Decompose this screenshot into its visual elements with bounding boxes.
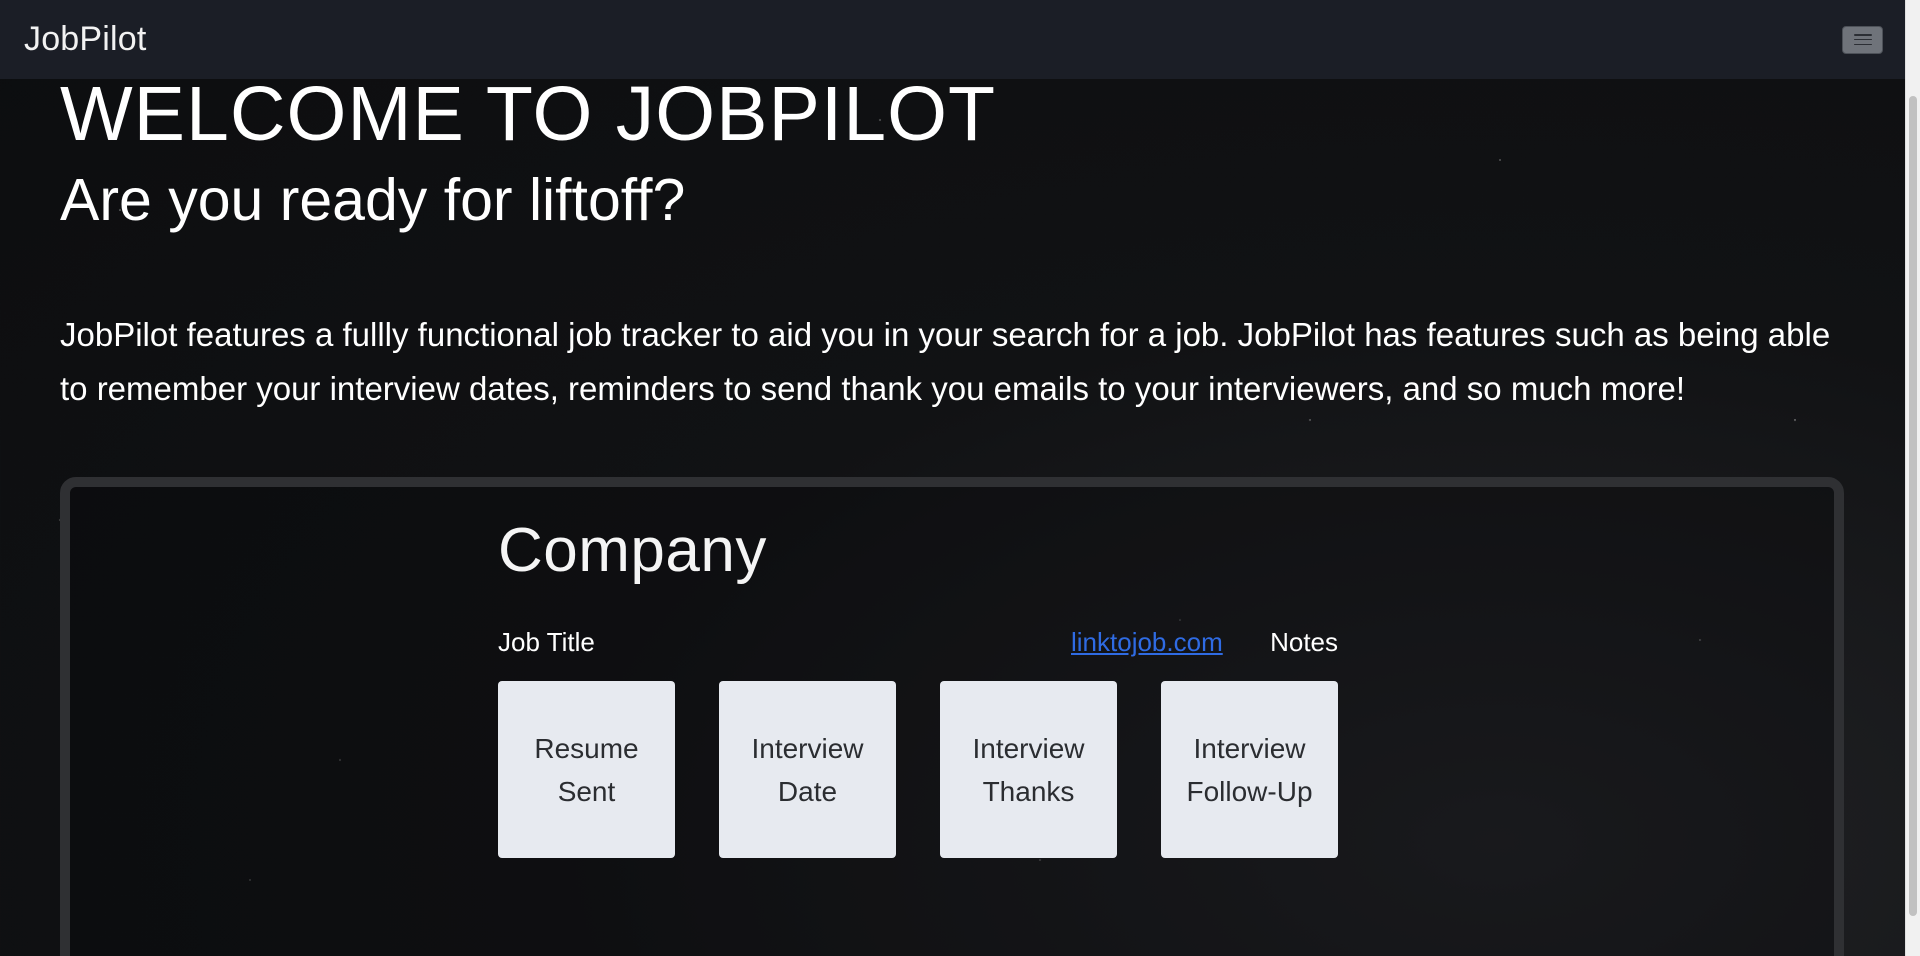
job-title: Job Title [498, 627, 595, 658]
tile-label-line1: Resume [534, 732, 639, 764]
scrollbar-thumb[interactable] [1909, 96, 1917, 916]
tile-label-line2: Follow-Up [1186, 775, 1313, 807]
intro-paragraph: JobPilot features a fullly functional jo… [60, 316, 1831, 407]
interview-date-tile[interactable]: Interview Date [719, 681, 896, 859]
page-scrollbar[interactable] [1905, 0, 1920, 956]
tile-label-line1: Interview [1193, 732, 1306, 764]
tile-label-line2: Thanks [982, 775, 1075, 807]
job-link[interactable]: linktojob.com [1071, 627, 1223, 658]
job-card: Company Job Title linktojob.com Notes Re… [498, 516, 1338, 859]
navbar: JobPilot [0, 0, 1905, 79]
page-title: WELCOME TO JOBPILOT [60, 71, 997, 157]
menu-toggle-button[interactable] [1842, 25, 1883, 54]
brand-logo[interactable]: JobPilot [24, 20, 147, 59]
tile-label-line2: Date [777, 775, 838, 807]
tile-label-line1: Interview [751, 732, 864, 764]
tile-label-line1: Interview [972, 732, 1085, 764]
notes-label[interactable]: Notes [1270, 627, 1338, 658]
page-subtitle: Are you ready for liftoff? [60, 167, 686, 233]
tile-label-line2: Sent [557, 775, 616, 807]
company-name: Company [498, 516, 767, 585]
demo-preview-frame: Company Job Title linktojob.com Notes Re… [60, 477, 1844, 956]
interview-thanks-tile[interactable]: Interview Thanks [940, 681, 1117, 859]
status-tiles: Resume Sent Interview Date Interview Tha… [498, 681, 1338, 859]
job-info-row: Job Title linktojob.com Notes [498, 627, 1338, 661]
interview-follow-up-tile[interactable]: Interview Follow-Up [1161, 681, 1338, 859]
resume-sent-tile[interactable]: Resume Sent [498, 681, 675, 859]
hamburger-icon [1853, 34, 1872, 45]
